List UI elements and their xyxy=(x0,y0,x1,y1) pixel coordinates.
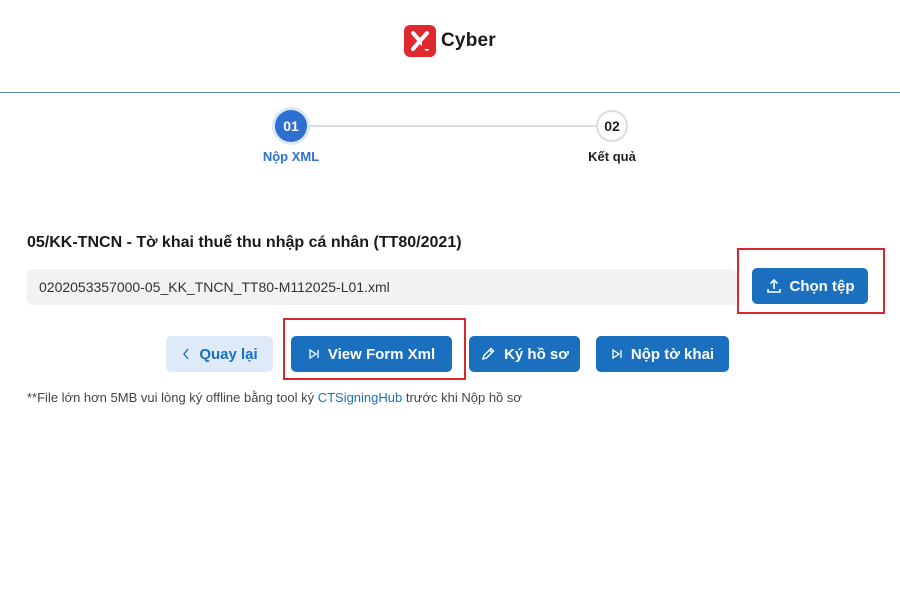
step-2-circle[interactable]: 02 xyxy=(596,110,628,142)
step-1-label: Nộp XML xyxy=(262,149,320,164)
back-button[interactable]: Quay lại xyxy=(166,336,273,372)
play-next-icon xyxy=(611,348,623,360)
stepper-connector xyxy=(306,125,598,127)
file-size-note: **File lớn hơn 5MB vui lòng ký offline b… xyxy=(27,390,522,405)
step-2-label: Kết quả xyxy=(588,149,636,164)
brand-name: Cyber xyxy=(441,30,496,51)
note-prefix: **File lớn hơn 5MB vui lòng ký offline b… xyxy=(27,390,318,405)
top-header: Cyber xyxy=(0,0,900,93)
upload-icon xyxy=(766,278,782,294)
sign-document-button[interactable]: Ký hồ sơ xyxy=(469,336,580,372)
pen-icon xyxy=(480,346,496,362)
chevron-left-icon xyxy=(181,347,191,361)
choose-file-label: Chọn tệp xyxy=(789,277,855,295)
note-suffix: trước khi Nộp hồ sơ xyxy=(402,390,522,405)
play-next-icon xyxy=(308,348,320,360)
selected-file-field[interactable]: 0202053357000-05_KK_TNCN_TT80-M112025-L0… xyxy=(27,269,737,305)
submit-declaration-button[interactable]: Nộp tờ khai xyxy=(596,336,729,372)
form-title: 05/KK-TNCN - Tờ khai thuế thu nhập cá nh… xyxy=(27,234,462,251)
view-form-xml-label: View Form Xml xyxy=(327,345,436,363)
submit-declaration-label: Nộp tờ khai xyxy=(630,345,715,363)
step-1-circle[interactable]: 01 xyxy=(275,110,307,142)
cyber-logo-icon xyxy=(404,25,436,57)
choose-file-button[interactable]: Chọn tệp xyxy=(752,268,868,304)
ctsigninghub-link[interactable]: CTSigningHub xyxy=(318,390,403,405)
back-label: Quay lại xyxy=(199,345,258,363)
brand-logo[interactable]: Cyber xyxy=(404,25,496,57)
sign-document-label: Ký hồ sơ xyxy=(504,345,569,363)
view-form-xml-button[interactable]: View Form Xml xyxy=(291,336,452,372)
